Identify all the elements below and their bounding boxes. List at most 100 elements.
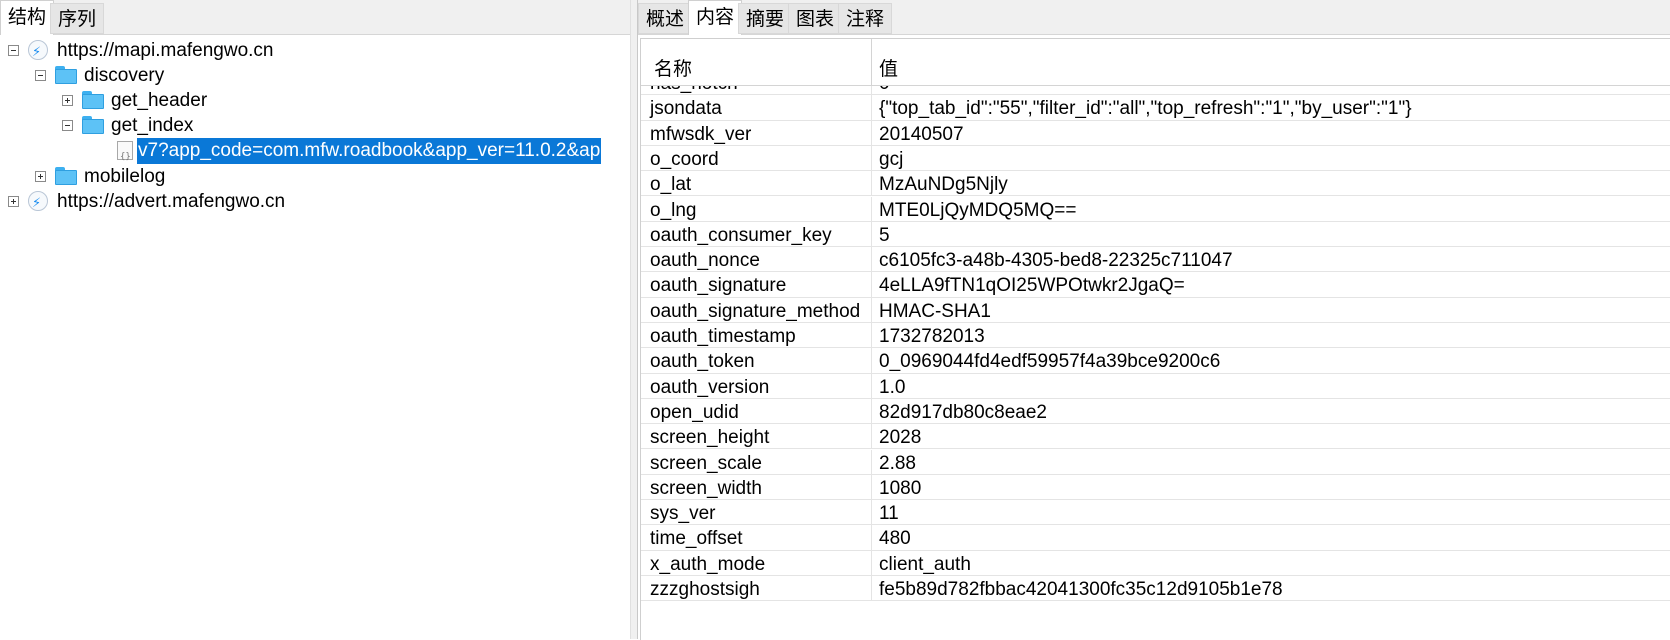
param-value-cell: 82d917db80c8eae2 <box>879 401 1048 423</box>
table-row[interactable]: screen_scale 2.88 <box>641 449 1670 475</box>
column-divider <box>871 171 872 197</box>
param-name-cell: screen_scale <box>650 452 762 474</box>
table-row[interactable]: screen_height 2028 <box>641 424 1670 450</box>
params-table-header: 名称 值 <box>641 39 1670 86</box>
column-divider[interactable] <box>871 39 872 85</box>
tree-node-label: get_index <box>111 115 194 136</box>
tree-node-mobilelog[interactable]: mobilelog <box>0 164 630 190</box>
expand-toggle[interactable] <box>8 196 19 207</box>
table-row[interactable]: o_lat MzAuNDg5Njly <box>641 171 1670 197</box>
tree-node-label: mobilelog <box>84 166 166 187</box>
globe-bolt-icon <box>28 191 48 217</box>
tree-node-discovery[interactable]: discovery <box>0 63 630 89</box>
param-name-cell: o_coord <box>650 148 719 170</box>
column-divider <box>871 525 872 551</box>
param-name-cell: zzzghostsigh <box>650 579 760 600</box>
column-header-value[interactable]: 值 <box>879 54 898 81</box>
table-row[interactable]: oauth_timestamp 1732782013 <box>641 323 1670 349</box>
table-row[interactable]: oauth_signature 4eLLA9fTN1qOI25WPOtwkr2Jg… <box>641 272 1670 298</box>
folder-icon <box>82 91 104 109</box>
param-name-cell: oauth_timestamp <box>650 326 796 347</box>
table-row[interactable]: jsondata {"top_tab_id":"55","filter_id":"… <box>641 95 1670 121</box>
table-row[interactable]: oauth_nonce c6105fc3-a48b-4305-bed8-22325… <box>641 247 1670 273</box>
param-value-cell: c6105fc3-a48b-4305-bed8-22325c711047 <box>879 250 1233 272</box>
column-divider <box>871 120 872 146</box>
column-divider <box>871 272 872 298</box>
tree-node-label: https://mapi.mafengwo.cn <box>57 40 274 61</box>
param-name-cell: o_lng <box>650 199 697 221</box>
collapse-toggle[interactable] <box>62 120 73 131</box>
param-name-cell: oauth_signature <box>650 275 787 297</box>
param-name-cell: oauth_consumer_key <box>650 224 832 246</box>
table-row[interactable]: o_coord gcj <box>641 145 1670 172</box>
param-value-cell: gcj <box>879 148 904 170</box>
param-value-cell: 1732782013 <box>879 326 985 347</box>
tab-summary[interactable]: 摘要 <box>738 3 793 34</box>
folder-icon <box>82 116 104 134</box>
column-divider <box>871 145 872 172</box>
tab-chart[interactable]: 图表 <box>788 3 843 34</box>
param-value-cell: 20140507 <box>879 123 964 145</box>
collapse-toggle[interactable] <box>8 45 19 56</box>
table-row[interactable]: oauth_version 1.0 <box>641 373 1670 399</box>
table-row[interactable]: oauth_consumer_key 5 <box>641 221 1670 248</box>
column-divider <box>871 196 872 222</box>
table-row[interactable]: open_udid 82d917db80c8eae2 <box>641 398 1670 425</box>
column-divider <box>871 373 872 399</box>
table-row[interactable]: oauth_token 0_0969044fd4edf59957f4a39bce9… <box>641 348 1670 374</box>
tab-overview[interactable]: 概述 <box>638 3 693 34</box>
tree-node-get-index[interactable]: get_index <box>0 113 630 139</box>
param-value-cell: 1.0 <box>879 376 906 398</box>
param-value-cell: 1080 <box>879 477 922 499</box>
column-divider <box>871 500 872 526</box>
tab-sequence[interactable]: 序列 <box>50 3 105 34</box>
column-divider <box>871 348 872 374</box>
param-value-cell: 5 <box>879 224 890 246</box>
right-tab-bar: 概述 内容 摘要 图表 注释 <box>638 0 1670 35</box>
table-row[interactable]: x_auth_mode client_auth <box>641 550 1670 576</box>
detail-pane: 概述 内容 摘要 图表 注释 has_notch0jsondata{"top_t… <box>638 0 1670 640</box>
tab-notes[interactable]: 注释 <box>838 3 893 34</box>
expand-toggle[interactable] <box>62 95 73 106</box>
param-name-cell: x_auth_mode <box>650 553 766 575</box>
table-row[interactable]: o_lng MTE0LjQyMDQ5MQ== <box>641 196 1670 222</box>
column-divider <box>871 247 872 273</box>
param-name-cell: oauth_nonce <box>650 250 760 272</box>
globe-bolt-icon <box>28 40 48 66</box>
column-divider <box>871 474 872 501</box>
tab-structure[interactable]: 结构 <box>0 0 55 35</box>
param-value-cell: 4eLLA9fTN1qOI25WPOtwkr2JgaQ= <box>879 275 1185 297</box>
table-row[interactable]: screen_width 1080 <box>641 474 1670 501</box>
column-header-name[interactable]: 名称 <box>654 54 692 81</box>
param-value-cell: MTE0LjQyMDQ5MQ== <box>879 199 1077 221</box>
param-name-cell: oauth_version <box>650 376 770 398</box>
pane-splitter[interactable] <box>630 0 638 639</box>
expand-toggle[interactable] <box>35 171 46 182</box>
tab-contents[interactable]: 内容 <box>688 0 743 35</box>
tree-node-label: get_header <box>111 90 208 111</box>
table-row[interactable]: time_offset 480 <box>641 525 1670 551</box>
param-name-cell: sys_ver <box>650 503 716 525</box>
column-divider <box>871 398 872 425</box>
tree-node-label-selected: v7?app_code=com.mfw.roadbook&app_ver=11.… <box>137 138 602 164</box>
table-row[interactable]: oauth_signature_method HMAC-SHA1 <box>641 297 1670 323</box>
column-divider <box>871 424 872 450</box>
tree-node-host-mapi[interactable]: https://mapi.mafengwo.cn <box>0 38 630 66</box>
param-name-cell: o_lat <box>650 174 692 196</box>
param-value-cell: fe5b89d782fbbac42041300fc35c12d9105b1e78 <box>879 579 1283 600</box>
tree-node-host-advert[interactable]: https://advert.mafengwo.cn <box>0 189 630 217</box>
table-row[interactable]: zzzghostsigh fe5b89d782fbbac42041300fc35c… <box>641 576 1670 602</box>
tree-node-get-header[interactable]: get_header <box>0 88 630 114</box>
collapse-toggle[interactable] <box>35 70 46 81</box>
table-row[interactable]: sys_ver 11 <box>641 500 1670 526</box>
table-row[interactable]: mfwsdk_ver 20140507 <box>641 120 1670 146</box>
tree-node-request-v7[interactable]: v7?app_code=com.mfw.roadbook&app_ver=11.… <box>0 138 630 170</box>
column-divider <box>871 576 872 602</box>
column-divider <box>871 95 872 121</box>
param-value-cell: MzAuNDg5Njly <box>879 174 1008 196</box>
param-value-cell: HMAC-SHA1 <box>879 300 991 322</box>
column-divider <box>871 449 872 475</box>
left-tab-bar: 结构 序列 <box>0 0 630 35</box>
column-divider <box>871 221 872 248</box>
param-value-cell: 11 <box>879 503 899 525</box>
